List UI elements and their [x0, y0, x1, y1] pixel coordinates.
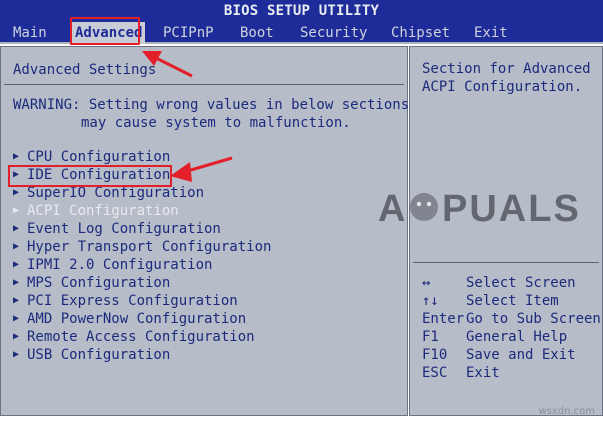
source-watermark: wsxdn.com [538, 406, 595, 417]
submenu-arrow-icon: ▶ [13, 205, 20, 216]
option-mps-configuration[interactable]: ▶ MPS Configuration [13, 274, 170, 292]
arrow-left-right-icon: ↔ [422, 275, 431, 291]
key-legend-row: ESC Exit [422, 365, 500, 381]
option-amd-powernow-configuration[interactable]: ▶ AMD PowerNow Configuration [13, 310, 246, 328]
submenu-arrow-icon: ▶ [13, 277, 20, 288]
divider [4, 84, 404, 85]
help-text-line1: Section for Advanced [422, 61, 591, 77]
option-cpu-configuration[interactable]: ▶ CPU Configuration [13, 148, 170, 166]
submenu-arrow-icon: ▶ [13, 313, 20, 324]
submenu-arrow-icon: ▶ [13, 241, 20, 252]
key-legend-row: ↔ Select Screen [422, 275, 576, 291]
option-acpi-configuration[interactable]: ▶ ACPI Configuration [13, 202, 179, 220]
menu-boot[interactable]: Boot [240, 22, 274, 44]
arrow-up-down-icon: ↑↓ [422, 293, 439, 309]
submenu-arrow-icon: ▶ [13, 295, 20, 306]
option-ipmi-configuration[interactable]: ▶ IPMI 2.0 Configuration [13, 256, 212, 274]
key-legend-row: Enter Go to Sub Screen [422, 311, 601, 327]
svg-text:A: A [378, 188, 407, 230]
submenu-arrow-icon: ▶ [13, 259, 20, 270]
option-usb-configuration[interactable]: ▶ USB Configuration [13, 346, 170, 364]
key-legend-row: F10 Save and Exit [422, 347, 576, 363]
ide-annotation-box [8, 165, 172, 187]
warning-text-line1: WARNING: Setting wrong values in below s… [13, 97, 410, 113]
warning-text-line2: may cause system to malfunction. [81, 115, 351, 131]
svg-text:PUALS: PUALS [442, 188, 581, 230]
divider [413, 262, 599, 263]
main-panel: Advanced Settings WARNING: Setting wrong… [0, 46, 410, 416]
option-event-log-configuration[interactable]: ▶ Event Log Configuration [13, 220, 221, 238]
submenu-arrow-icon: ▶ [13, 223, 20, 234]
page-title: Advanced Settings [13, 62, 157, 78]
appuals-watermark-logo: A PUALS [378, 188, 581, 230]
advanced-annotation-box [70, 17, 140, 45]
annotation-arrow-icon [170, 156, 233, 182]
menu-main[interactable]: Main [13, 22, 47, 44]
option-pci-express-configuration[interactable]: ▶ PCI Express Configuration [13, 292, 238, 310]
annotation-arrow-icon [142, 51, 193, 78]
key-legend-row: ↑↓ Select Item [422, 293, 559, 309]
menu-pcipnp[interactable]: PCIPnP [163, 22, 214, 44]
submenu-arrow-icon: ▶ [13, 151, 20, 162]
submenu-arrow-icon: ▶ [13, 349, 20, 360]
option-hyper-transport-configuration[interactable]: ▶ Hyper Transport Configuration [13, 238, 271, 256]
help-panel: Section for Advanced ACPI Configuration.… [409, 46, 603, 416]
footer [0, 416, 603, 426]
key-legend-row: F1 General Help [422, 329, 568, 345]
menu-security[interactable]: Security [300, 22, 367, 44]
menu-exit[interactable]: Exit [474, 22, 508, 44]
help-text-line2: ACPI Configuration. [422, 79, 583, 95]
submenu-arrow-icon: ▶ [13, 331, 20, 342]
menu-chipset[interactable]: Chipset [391, 22, 450, 44]
option-remote-access-configuration[interactable]: ▶ Remote Access Configuration [13, 328, 255, 346]
bios-screenshot: BIOS SETUP UTILITY Main Advanced PCIPnP … [0, 0, 603, 426]
